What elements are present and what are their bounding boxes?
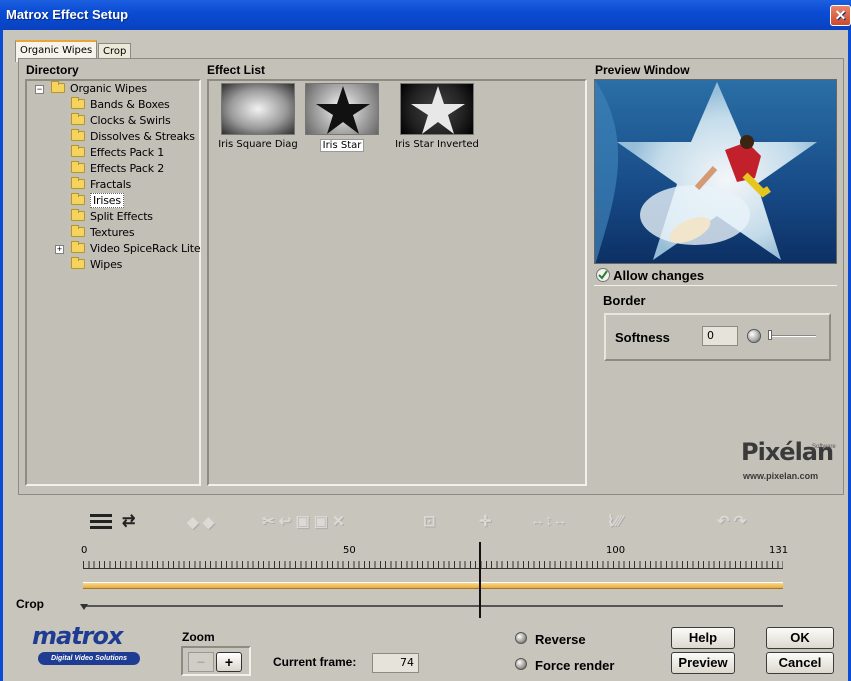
allow-changes-checkbox[interactable]: Allow changes [596,268,704,283]
tree-item[interactable]: Textures [71,225,135,241]
divider [594,285,837,286]
crop-track-label: Crop [16,597,44,611]
crop-track[interactable] [83,605,783,607]
tree-item[interactable]: Dissolves & Streaks [71,129,195,145]
folder-icon [71,97,85,109]
zoom-in-button[interactable]: + [216,652,242,672]
preview-heading: Preview Window [595,63,690,77]
zoom-out-button[interactable]: − [188,652,214,672]
folder-icon [71,209,85,221]
tree-item[interactable]: Fractals [71,177,131,193]
tree-item[interactable]: Wipes [71,257,122,273]
directory-heading: Directory [26,63,79,77]
effect-item[interactable]: Iris Square Diag [215,83,301,150]
pixelan-url: www.pixelan.com [743,471,819,481]
softness-slider[interactable] [768,335,816,337]
matrox-tagline: Digital Video Solutions [38,652,140,665]
effect-track[interactable] [83,582,783,589]
folder-icon [71,145,85,157]
tree-item[interactable]: Video SpiceRack Lite [71,241,201,257]
allow-changes-label: Allow changes [613,268,705,283]
keyframe-marker-icon[interactable] [80,604,88,610]
tick-label-50: 50 [343,545,356,556]
reverse-label: Reverse [535,632,586,647]
pixelan-logo: Pixélan [741,438,834,466]
preview-image [594,79,837,264]
border-heading: Border [603,293,646,308]
softness-input[interactable]: 0 [702,326,738,346]
effect-list-panel[interactable]: Iris Square Diag Iris Star Iris Star Inv… [207,79,587,486]
border-group: Softness 0 [604,313,831,361]
effect-item-selected[interactable]: Iris Star [304,83,380,152]
folder-icon [71,241,85,253]
softness-label: Softness [615,330,670,345]
effect-item[interactable]: Iris Star Inverted [387,83,487,150]
effect-thumbnail-iris-star [305,83,379,135]
window-title-bar: Matrox Effect Setup ✕ [0,0,851,30]
folder-icon [71,257,85,269]
tab-crop[interactable]: Crop [98,43,132,59]
expand-icon[interactable]: + [55,245,64,254]
softness-slider-handle[interactable] [768,330,772,340]
force-render-label: Force render [535,658,615,673]
folder-icon [71,177,85,189]
checkmark-icon [596,268,610,282]
edit-tools-icon: ✂ ↩ ▣ ▣ ✕ [262,513,345,530]
tick-label-100: 100 [606,545,626,556]
zoom-label: Zoom [182,630,215,644]
cancel-button[interactable]: Cancel [766,652,834,674]
tick-label-131: 131 [769,545,789,556]
interpolation-icon: ↔↕↔ [530,512,568,529]
keyframe-nav-icon: ◆ ◆ [187,514,215,531]
effect-thumbnail-iris-square-diag [221,83,295,135]
tick-label-0: 0 [81,545,88,556]
tree-item-selected[interactable]: Irises [71,193,124,209]
help-button[interactable]: Help [671,627,735,649]
window-title: Matrox Effect Setup [6,7,129,22]
effect-list-heading: Effect List [207,63,266,77]
collapse-icon[interactable]: − [35,85,44,94]
menu-lines-icon[interactable] [90,514,112,534]
tree-item[interactable]: Bands & Boxes [71,97,170,113]
folder-icon [71,193,85,205]
folder-icon [71,113,85,125]
tree-item[interactable]: Effects Pack 2 [71,161,164,177]
tree-root[interactable]: Organic Wipes [51,81,147,97]
close-icon[interactable]: ✕ [830,5,851,26]
tree-item[interactable]: Split Effects [71,209,153,225]
preview-button[interactable]: Preview [671,652,735,674]
effect-thumbnail-iris-star-inverted [400,83,474,135]
pixelan-logo-small: Software [812,444,836,450]
force-render-radio[interactable] [515,658,527,670]
current-frame-input[interactable]: 74 [372,653,419,673]
ruler-baseline [83,568,783,569]
reset-icon[interactable] [747,329,761,343]
timeline-playhead[interactable] [478,542,481,618]
fit-icon: ⊡ [423,513,436,530]
curve-icon: ⌇∕∕∕ [607,513,622,530]
folder-icon [71,161,85,173]
directory-tree[interactable]: − Organic Wipes Bands & Boxes Clocks & S… [25,79,201,486]
center-icon: ✛ [479,513,492,530]
folder-icon [71,129,85,141]
folder-icon [51,81,65,93]
matrox-logo: matrox [32,622,123,650]
transition-icon[interactable]: ⇄ [122,511,135,531]
zoom-group: − + [181,646,251,676]
reverse-radio[interactable] [515,632,527,644]
ok-button[interactable]: OK [766,627,834,649]
folder-icon [71,225,85,237]
tree-item[interactable]: Effects Pack 1 [71,145,164,161]
tree-item[interactable]: Clocks & Swirls [71,113,171,129]
current-frame-label: Current frame: [273,655,357,669]
undo-redo-icon: ↶ ↷ [717,513,747,530]
